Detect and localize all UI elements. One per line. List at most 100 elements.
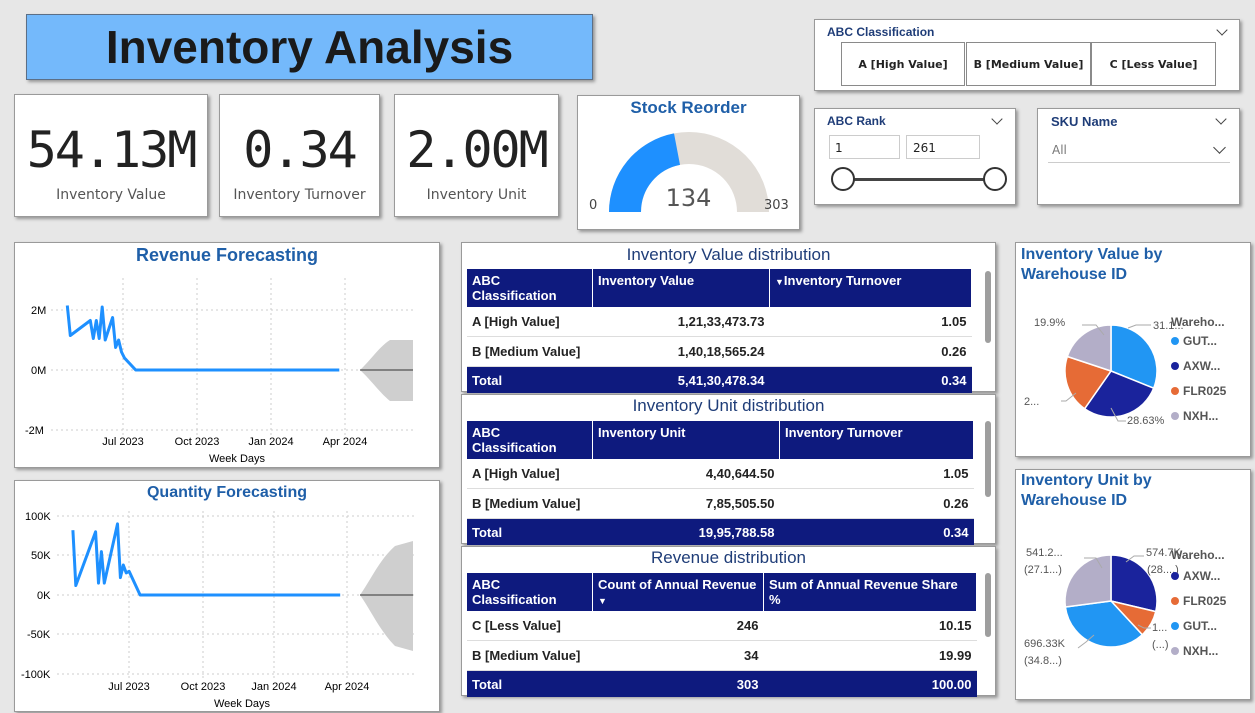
table-row[interactable]: B [Medium Value] 1,40,18,565.24 0.26 bbox=[467, 336, 972, 367]
abc-option-b[interactable]: B [Medium Value] bbox=[966, 42, 1091, 86]
sort-desc-icon: ▼ bbox=[598, 596, 607, 606]
stock-reorder-gauge[interactable]: Stock Reorder 134 0 303 bbox=[577, 95, 800, 230]
x-tick: Jan 2024 bbox=[248, 436, 293, 448]
legend-dot bbox=[1171, 572, 1179, 580]
revenue-forecast-chart[interactable]: Revenue Forecasting 2M 0M -2M Jul 2023 O… bbox=[14, 242, 440, 468]
column-header[interactable]: ABC Classification bbox=[467, 421, 593, 459]
unit-by-warehouse-pie[interactable]: Inventory Unit by Warehouse ID 541.2... … bbox=[1015, 469, 1251, 700]
column-header[interactable]: Sum of Annual Revenue Share % bbox=[763, 573, 977, 611]
table-title: Revenue distribution bbox=[651, 548, 806, 567]
rank-min-input[interactable]: 1 bbox=[829, 135, 900, 159]
legend-title: Wareho... bbox=[1171, 548, 1225, 562]
chevron-down-icon[interactable] bbox=[1216, 24, 1228, 36]
data-label: 28.63% bbox=[1127, 415, 1165, 427]
value-by-warehouse-pie[interactable]: Inventory Value by Warehouse ID 19.9% 31… bbox=[1015, 242, 1251, 457]
vertical-scrollbar[interactable] bbox=[985, 421, 991, 497]
legend-dot bbox=[1171, 387, 1179, 395]
legend-item[interactable]: NXH... bbox=[1171, 644, 1218, 658]
column-header[interactable]: ABC Classification bbox=[467, 269, 593, 307]
quantity-forecast-svg: 100K 50K 0K -50K -100K Jul 2023 Oct 2023… bbox=[21, 511, 415, 710]
slicer-title: ABC Rank bbox=[827, 114, 886, 128]
rank-max-input[interactable]: 261 bbox=[906, 135, 980, 159]
table-row[interactable]: A [High Value] 1,21,33,473.73 1.05 bbox=[467, 307, 972, 337]
y-tick: -50K bbox=[27, 629, 51, 641]
cell: A [High Value] bbox=[467, 307, 593, 337]
range-slider-track bbox=[843, 178, 995, 181]
legend-item[interactable]: GUT... bbox=[1171, 619, 1217, 633]
table-row[interactable]: B [Medium Value] 7,85,505.50 0.26 bbox=[467, 488, 974, 519]
table-header-row: ABC Classification Inventory Unit Invent… bbox=[467, 421, 974, 459]
column-header[interactable]: ABC Classification bbox=[467, 573, 593, 611]
data-label: 1... bbox=[1152, 622, 1168, 634]
table-total-row: Total 19,95,788.58 0.34 bbox=[467, 518, 974, 545]
column-header[interactable]: ▼Inventory Turnover bbox=[769, 269, 972, 307]
cell: 1,40,18,565.24 bbox=[592, 336, 770, 367]
legend-item[interactable]: FLR025 bbox=[1171, 384, 1226, 398]
quantity-forecast-chart[interactable]: Quantity Forecasting 100K 50K 0K -50K -1… bbox=[14, 480, 440, 712]
revenue-distribution-table[interactable]: Revenue distribution ABC Classification … bbox=[461, 546, 996, 697]
cell: 10.15 bbox=[763, 611, 977, 641]
inventory-unit-table[interactable]: Inventory Unit distribution ABC Classifi… bbox=[461, 394, 996, 545]
cell: B [Medium Value] bbox=[467, 336, 593, 367]
legend-item[interactable]: FLR025 bbox=[1171, 594, 1226, 608]
cell: B [Medium Value] bbox=[467, 640, 593, 671]
cell: 34 bbox=[592, 640, 764, 671]
legend-item[interactable]: GUT... bbox=[1171, 334, 1217, 348]
kpi-inventory-turnover[interactable]: 0.34 Inventory Turnover bbox=[219, 94, 380, 217]
table-row[interactable]: B [Medium Value] 34 19.99 bbox=[467, 640, 977, 671]
y-tick: -2M bbox=[25, 425, 44, 437]
column-header[interactable]: Inventory Turnover bbox=[779, 421, 974, 459]
table-row[interactable]: C [Less Value] 246 10.15 bbox=[467, 611, 977, 641]
vertical-scrollbar[interactable] bbox=[985, 271, 991, 343]
y-tick: 100K bbox=[25, 511, 51, 523]
abc-option-c[interactable]: C [Less Value] bbox=[1091, 42, 1216, 86]
vertical-scrollbar[interactable] bbox=[985, 573, 991, 637]
cell: C [Less Value] bbox=[467, 611, 593, 641]
inventory-value-table[interactable]: Inventory Value distribution ABC Classif… bbox=[461, 242, 996, 393]
x-tick: Jul 2023 bbox=[102, 436, 144, 448]
cell: 246 bbox=[592, 611, 764, 641]
y-tick: -100K bbox=[21, 669, 51, 681]
column-header[interactable]: Inventory Unit bbox=[592, 421, 780, 459]
legend-dot bbox=[1171, 412, 1179, 420]
revenue-series-line bbox=[65, 305, 340, 372]
table-total-row: Total 303 100.00 bbox=[467, 670, 977, 697]
cell: 0.34 bbox=[769, 366, 972, 393]
gauge-min: 0 bbox=[589, 198, 598, 213]
data-label: 541.2... bbox=[1026, 547, 1063, 559]
kpi-inventory-value[interactable]: 54.13M Inventory Value bbox=[14, 94, 208, 217]
column-header[interactable]: Count of Annual Revenue ▼ bbox=[592, 573, 764, 611]
legend-dot bbox=[1171, 622, 1179, 630]
slicer-title: ABC Classification bbox=[827, 25, 935, 39]
kpi-label: Inventory Unit bbox=[426, 187, 527, 203]
column-header[interactable]: Inventory Value bbox=[592, 269, 770, 307]
abc-classification-slicer: ABC Classification A [High Value] B [Med… bbox=[814, 19, 1240, 91]
cell: 19.99 bbox=[763, 640, 977, 671]
sku-dropdown[interactable]: All bbox=[1048, 138, 1230, 163]
table-row[interactable]: A [High Value] 4,40,644.50 1.05 bbox=[467, 459, 974, 489]
x-tick: Oct 2023 bbox=[181, 681, 226, 693]
table-total-row: Total 5,41,30,478.34 0.34 bbox=[467, 366, 972, 393]
cell: B [Medium Value] bbox=[467, 488, 593, 519]
range-slider-min-handle[interactable] bbox=[831, 167, 855, 191]
kpi-inventory-unit[interactable]: 2.00M Inventory Unit bbox=[394, 94, 559, 217]
pie-slice[interactable] bbox=[1064, 554, 1112, 608]
cell: 1.05 bbox=[769, 307, 972, 337]
cell: 4,40,644.50 bbox=[592, 459, 780, 489]
cell: 0.34 bbox=[779, 518, 974, 545]
chevron-down-icon[interactable] bbox=[1215, 113, 1227, 125]
cell: 7,85,505.50 bbox=[592, 488, 780, 519]
legend-item[interactable]: AXW... bbox=[1171, 359, 1220, 373]
slicer-title: SKU Name bbox=[1051, 114, 1118, 129]
kpi-value: 54.13M bbox=[26, 121, 198, 179]
chevron-down-icon[interactable] bbox=[991, 113, 1003, 125]
range-slider-max-handle[interactable] bbox=[983, 167, 1007, 191]
cell: Total bbox=[467, 518, 593, 545]
gauge-max: 303 bbox=[764, 198, 789, 213]
x-axis-label: Week Days bbox=[214, 698, 271, 710]
legend-item[interactable]: NXH... bbox=[1171, 409, 1218, 423]
legend-item[interactable]: AXW... bbox=[1171, 569, 1220, 583]
abc-option-a[interactable]: A [High Value] bbox=[841, 42, 965, 86]
page-title: Inventory Analysis bbox=[26, 14, 593, 80]
table-title: Inventory Unit distribution bbox=[632, 396, 825, 415]
